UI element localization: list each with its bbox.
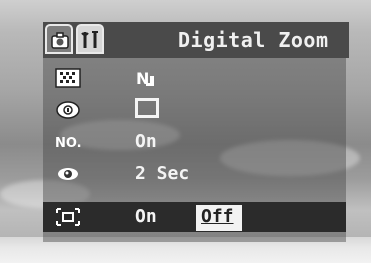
digital-zoom-on-value[interactable]: On: [135, 206, 157, 227]
metering-icon: [56, 101, 80, 119]
digital-zoom-icon: [56, 208, 80, 226]
svg-text:NO.: NO.: [55, 136, 82, 151]
menu-title: Digital Zoom: [178, 28, 329, 52]
menu-row-review[interactable]: 2 Sec: [43, 159, 346, 189]
frame-mode-icon: [135, 98, 159, 118]
digital-zoom-off-option[interactable]: Off: [196, 205, 242, 231]
settings-tools-icon: [81, 31, 98, 48]
camera-icon: [51, 32, 69, 49]
menu-row-digital-zoom[interactable]: On Off: [43, 202, 346, 232]
eye-review-icon: [58, 168, 78, 180]
menu-row-number[interactable]: NO. On: [43, 127, 346, 157]
quality-nj-icon: N: [136, 69, 154, 88]
number-icon: NO.: [55, 136, 82, 151]
tab-camera[interactable]: [45, 24, 73, 54]
menu-row-resolution[interactable]: N: [43, 63, 346, 93]
tab-settings[interactable]: [76, 24, 104, 54]
resolution-icon: [55, 68, 81, 88]
menu-row-metering[interactable]: [43, 95, 346, 125]
review-value: 2 Sec: [135, 163, 190, 184]
number-value: On: [135, 131, 157, 152]
